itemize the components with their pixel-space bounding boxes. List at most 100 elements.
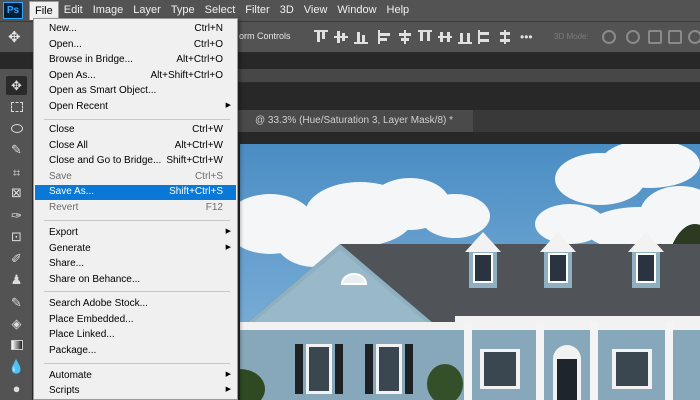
menu-separator [44,220,230,221]
align-bottom-edges-icon[interactable] [354,30,368,44]
distribute-left-icon[interactable] [478,30,492,44]
menu-item-label: Close and Go to Bridge... [49,155,162,166]
distribute-horizontal-centers-icon[interactable] [498,30,512,44]
menu-item-place-linked[interactable]: Place Linked... [35,328,236,343]
3d-scale-icon[interactable] [688,30,700,44]
submenu-arrow-icon: ▶ [225,244,231,251]
3d-pan-icon[interactable] [648,30,662,44]
menu-item-close-and-go-to-bridge[interactable]: Close and Go to Bridge... Shift+Ctrl+W [35,154,236,169]
menu-item-label: Package... [49,345,97,356]
menu-item-export[interactable]: Export ▶ [35,226,236,241]
submenu-arrow-icon: ▶ [225,228,231,235]
menu-item-new[interactable]: New... Ctrl+N [35,22,236,37]
menu-item-label: Place Embedded... [49,314,134,325]
frame-tool-icon[interactable]: ⊠ [6,183,27,202]
menu-item-label: Search Adobe Stock... [49,298,148,309]
clone-stamp-tool-icon[interactable]: ♟ [6,270,27,289]
menu-item-label: Export [49,227,78,238]
menu-item-shortcut: Alt+Ctrl+O [176,54,223,65]
menu-window[interactable]: Window [332,1,381,20]
align-top-edges-icon[interactable] [314,30,328,44]
menu-item-label: Share on Behance... [49,274,141,285]
menu-item-label: Open As... [49,70,96,81]
lasso-tool-icon[interactable] [6,119,27,138]
crop-tool-icon[interactable]: ⌗ [6,163,27,182]
menu-item-label: Open... [49,39,82,50]
menu-item-label: Scripts [49,385,80,396]
document-canvas[interactable] [240,144,700,400]
tools-panel: ✥ ✎ ⌗ ⊠ ✑ ⊡ ✐ ♟ ✎ ◈ 💧 ● [0,69,33,400]
menu-item-shortcut: Ctrl+N [194,23,223,34]
menu-item-share-on-behance[interactable]: Share on Behance... [35,273,236,288]
menu-separator [44,119,230,120]
eyedropper-tool-icon[interactable]: ✑ [6,206,27,225]
menu-item-label: Close All [49,140,88,151]
more-options-icon[interactable]: ••• [520,30,533,44]
menu-item-shortcut: Alt+Ctrl+W [174,140,223,151]
menu-item-open-as-smart-object[interactable]: Open as Smart Object... [35,84,236,99]
healing-brush-tool-icon[interactable]: ⊡ [6,227,27,246]
menu-separator [44,363,230,364]
move-tool-preset-icon[interactable]: ✥ [8,28,21,46]
menu-item-open-recent[interactable]: Open Recent ▶ [35,100,236,115]
blur-tool-icon[interactable]: 💧 [6,357,27,376]
menu-item-place-embedded[interactable]: Place Embedded... [35,313,236,328]
dodge-tool-icon[interactable]: ● [6,379,27,398]
3d-roll-icon[interactable] [626,30,640,44]
menu-item-shortcut: Ctrl+W [192,124,223,135]
menu-filter[interactable]: Filter [240,1,274,20]
distribute-vertical-centers-icon[interactable] [438,30,452,44]
menu-view[interactable]: View [299,1,333,20]
3d-mode-label: 3D Mode: [554,32,589,41]
show-transform-controls-label[interactable]: orm Controls [239,31,291,41]
history-brush-tool-icon[interactable]: ✎ [6,293,27,312]
distribute-bottom-icon[interactable] [458,30,472,44]
menu-item-close[interactable]: Close Ctrl+W [35,123,236,138]
menu-item-label: Open Recent [49,101,108,112]
menu-item-label: Save As... [49,186,95,197]
3d-slide-icon[interactable] [668,30,682,44]
menu-item-package[interactable]: Package... [35,344,236,359]
menu-item-label: New... [49,23,77,34]
file-menu-dropdown: New... Ctrl+N Open... Ctrl+O Browse in Bri… [33,18,238,400]
3d-orbit-icon[interactable] [602,30,616,44]
distribute-top-icon[interactable] [418,30,432,44]
gradient-tool-icon[interactable] [6,335,27,354]
menu-item-open-as[interactable]: Open As... Alt+Shift+Ctrl+O [35,69,236,84]
quick-selection-tool-icon[interactable]: ✎ [6,140,27,159]
menu-item-scripts[interactable]: Scripts ▶ [35,384,236,399]
submenu-arrow-icon: ▶ [225,386,231,393]
menu-item-search-adobe-stock[interactable]: Search Adobe Stock... [35,297,236,312]
house-photo [240,144,700,400]
menu-item-shortcut: F12 [205,202,223,213]
menu-item-open[interactable]: Open... Ctrl+O [35,38,236,53]
photoshop-logo: Ps [3,2,23,19]
eraser-tool-icon[interactable]: ◈ [6,314,27,333]
menu-item-shortcut: Alt+Shift+Ctrl+O [150,70,223,81]
menu-item-automate[interactable]: Automate ▶ [35,369,236,384]
menu-item-save-as[interactable]: Save As... Shift+Ctrl+S [35,185,236,200]
menu-item-close-all[interactable]: Close All Alt+Ctrl+W [35,139,236,154]
marquee-tool-icon[interactable] [6,97,27,116]
menu-3d[interactable]: 3D [275,1,299,20]
brush-tool-icon[interactable]: ✐ [6,249,27,268]
align-vertical-centers-icon[interactable] [334,30,348,44]
menu-help[interactable]: Help [382,1,415,20]
menu-item-browse-in-bridge[interactable]: Browse in Bridge... Alt+Ctrl+O [35,53,236,68]
menu-item-label: Close [49,124,75,135]
menu-item-label: Generate [49,243,91,254]
move-tool-icon[interactable]: ✥ [6,76,27,95]
menu-item-revert: Revert F12 [35,201,236,216]
submenu-arrow-icon: ▶ [225,102,231,109]
menu-item-label: Save [49,171,72,182]
photoshop-window: Ps File Edit Image Layer Type Select Fil… [0,0,700,400]
menu-item-label: Share... [49,258,85,269]
align-left-edges-icon[interactable] [378,30,392,44]
menu-item-label: Open as Smart Object... [49,85,157,96]
menu-item-shortcut: Shift+Ctrl+W [166,155,223,166]
menu-item-label: Revert [49,202,79,213]
menu-item-shortcut: Ctrl+O [193,39,223,50]
align-horizontal-centers-icon[interactable] [398,30,412,44]
menu-item-generate[interactable]: Generate ▶ [35,242,236,257]
menu-item-share[interactable]: Share... [35,257,236,272]
